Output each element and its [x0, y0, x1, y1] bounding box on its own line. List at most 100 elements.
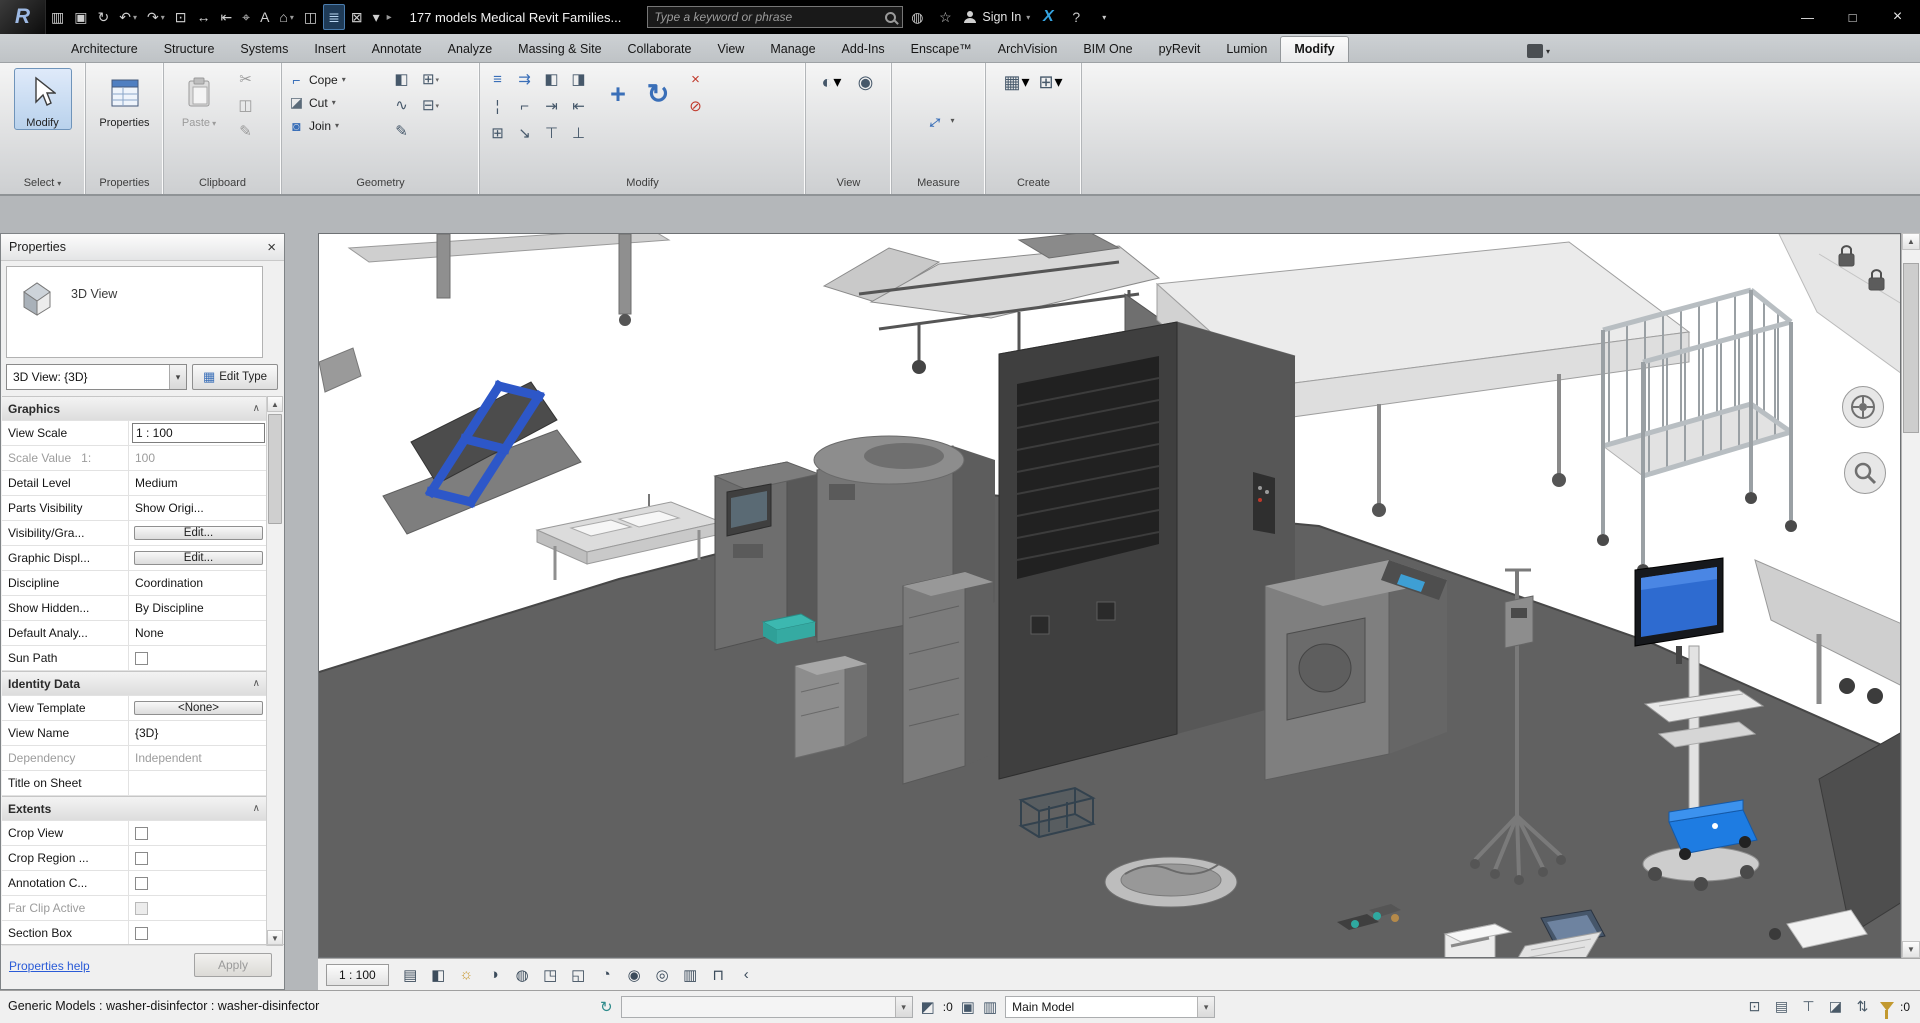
temporary-hide-isolate-icon[interactable]: ◔	[594, 964, 619, 986]
design-option-select[interactable]: Main Model ▾	[1005, 996, 1216, 1018]
edit-type-button[interactable]: ▦ Edit Type	[192, 364, 278, 390]
tab-modify[interactable]: Modify	[1280, 36, 1349, 62]
properties-help-link[interactable]: Properties help	[9, 959, 90, 973]
offset-icon[interactable]: ⇉	[513, 68, 536, 91]
cut-icon[interactable]: ✂	[234, 68, 257, 91]
delete-icon[interactable]: ×	[684, 68, 707, 91]
tab-add-ins[interactable]: Add-Ins	[829, 37, 898, 62]
view-scale-value[interactable]: 1 : 100	[132, 423, 265, 443]
default-analy-value[interactable]: None	[132, 624, 265, 642]
close-button[interactable]: ×	[1875, 0, 1920, 34]
cut-geometry-button[interactable]: ◪ Cut ▾	[288, 91, 384, 114]
save-icon[interactable]: ▣	[70, 4, 91, 30]
reveal-hidden-elements-icon[interactable]: ◉	[851, 68, 881, 96]
aligned-dimension-icon[interactable]: ⇤	[216, 4, 236, 30]
crop-view-icon[interactable]: ◳	[538, 964, 563, 986]
scale-value-1-value[interactable]: 100	[132, 449, 265, 467]
match-type-properties-icon[interactable]: ✎	[234, 120, 257, 143]
sign-in-button[interactable]: Sign In ▾	[963, 10, 1030, 24]
pin-icon[interactable]: ⊤	[540, 122, 563, 145]
chevron-down-icon[interactable]: ▾	[1197, 997, 1215, 1017]
show-constraints-icon[interactable]: ⊓	[706, 964, 731, 986]
panel-label-view[interactable]: View	[806, 172, 891, 194]
crop-region-checkbox[interactable]	[135, 851, 148, 865]
properties-scrollbar[interactable]: ▲ ▼	[266, 396, 283, 946]
section-graphics[interactable]: Graphics ∧	[2, 396, 268, 421]
temporary-hide-isolate-dropdown-icon[interactable]: ▾	[833, 72, 841, 92]
tab-annotate[interactable]: Annotate	[359, 37, 435, 62]
measure-between-references-icon[interactable]: ↔	[917, 103, 950, 136]
revit-app-menu-icon[interactable]: R	[0, 0, 46, 34]
panel-label-modify[interactable]: Modify	[480, 172, 805, 194]
view-name-value[interactable]: {3D}	[132, 724, 265, 742]
worksharing-display-icon[interactable]: ◎	[650, 964, 675, 986]
shadows-icon[interactable]: ◑	[482, 964, 507, 986]
panel-label-measure[interactable]: Measure	[892, 172, 985, 194]
detail-level-value[interactable]: Medium	[132, 474, 265, 492]
apply-button[interactable]: Apply	[194, 953, 272, 977]
steering-wheel-button[interactable]	[1842, 386, 1884, 428]
rotate-icon[interactable]: ↻	[638, 68, 678, 120]
model-storage-cabinet-tall[interactable]	[902, 571, 993, 785]
detail-level-icon[interactable]: ▤	[398, 964, 423, 986]
model-instrument-tray[interactable]	[1104, 856, 1238, 908]
scroll-thumb[interactable]	[1903, 263, 1919, 433]
zoom-button[interactable]	[1844, 452, 1886, 494]
trim-extend-multiple-icon[interactable]: ⇤	[567, 95, 590, 118]
active-workset-select[interactable]: ▾	[620, 996, 913, 1018]
crop-view-checkbox[interactable]	[135, 826, 148, 840]
print-icon[interactable]: ⊡	[171, 4, 191, 30]
chevron-down-icon[interactable]: ▾	[894, 997, 912, 1017]
collapse-viewbar-icon[interactable]: ‹	[734, 964, 759, 986]
sun-path-checkbox[interactable]	[135, 651, 148, 665]
type-preview-box[interactable]: 3D View	[6, 266, 263, 358]
scroll-up-icon[interactable]: ▲	[1902, 233, 1920, 250]
scroll-up-icon[interactable]: ▲	[267, 396, 283, 412]
tab-analyze[interactable]: Analyze	[435, 37, 505, 62]
unpin-icon[interactable]: ⊥	[567, 122, 590, 145]
scroll-thumb[interactable]	[268, 414, 282, 524]
tab-collaborate[interactable]: Collaborate	[615, 37, 705, 62]
model-washer-disinfector-rack[interactable]	[998, 321, 1296, 780]
tab-massing-site[interactable]: Massing & Site	[505, 37, 614, 62]
customize-qat-icon[interactable]: ▾	[369, 4, 384, 30]
help-dropdown-icon[interactable]: ▾	[1092, 4, 1116, 30]
array-icon[interactable]: ⊞	[486, 122, 509, 145]
ribbon-state-toggle[interactable]: ▾	[1526, 44, 1550, 58]
edit-profile-icon[interactable]: ⊟ ▾	[419, 94, 442, 117]
apply-coping-icon[interactable]: ◧	[390, 68, 413, 91]
undo-icon[interactable]: ↶ ▾	[115, 4, 141, 30]
minimize-button[interactable]: —	[1785, 0, 1830, 34]
view-scale-button[interactable]: 1 : 100	[326, 963, 389, 986]
temporary-view-properties-icon[interactable]: ▥	[678, 964, 703, 986]
panel-label-properties[interactable]: Properties	[86, 172, 163, 194]
favorites-icon[interactable]: ☆	[933, 4, 957, 30]
sun-path-icon[interactable]: ☼	[454, 964, 479, 986]
copy-icon[interactable]: ◫	[234, 94, 257, 117]
scale-icon[interactable]: ↘	[513, 122, 536, 145]
disallow-join-icon[interactable]: ⊘	[684, 95, 707, 118]
tab-systems[interactable]: Systems	[227, 37, 301, 62]
panel-label-select[interactable]: Select ▾	[0, 172, 85, 194]
paste-button[interactable]: Paste ▾	[170, 68, 228, 130]
tab-architecture[interactable]: Architecture	[58, 37, 151, 62]
3d-view-canvas[interactable]	[319, 234, 1901, 958]
viewport-scrollbar[interactable]: ▲ ▼	[1901, 233, 1920, 958]
join-button[interactable]: ◙ Join ▾	[288, 114, 384, 137]
graphic-displ-button[interactable]: Edit...	[134, 551, 263, 565]
split-element-icon[interactable]: ¦	[486, 95, 509, 118]
tab-bim-one[interactable]: BIM One	[1070, 37, 1145, 62]
sync-with-central-icon[interactable]: ↻	[93, 4, 113, 30]
create-assembly-dropdown-icon[interactable]: ▾	[1055, 72, 1063, 92]
exchange-apps-icon[interactable]: X	[1036, 4, 1060, 30]
close-hidden-windows-icon[interactable]: ⊠	[347, 4, 367, 30]
trim-extend-single-icon[interactable]: ⇥	[540, 95, 563, 118]
chevron-down-icon[interactable]: ▾	[169, 365, 186, 389]
tab-manage[interactable]: Manage	[757, 37, 828, 62]
temporary-hide-isolate-icon[interactable]: ◐ ▾	[817, 68, 847, 96]
open-icon[interactable]: ▥	[47, 4, 68, 30]
qat-overflow-icon[interactable]: ▸	[387, 12, 392, 23]
properties-toggle-button[interactable]: Properties	[96, 68, 154, 130]
tab-pyrevit[interactable]: pyRevit	[1146, 37, 1214, 62]
tab-structure[interactable]: Structure	[151, 37, 228, 62]
